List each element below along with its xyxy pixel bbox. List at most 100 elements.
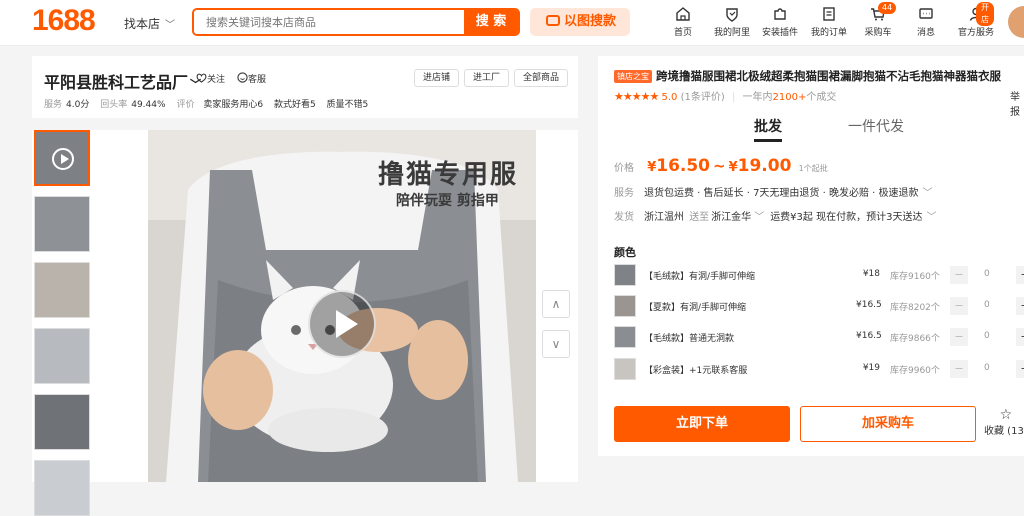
price-label: 价格	[614, 163, 634, 174]
site-logo[interactable]: 1688	[32, 4, 96, 38]
nav-label: 消息	[916, 28, 935, 38]
enter-shop-button[interactable]: 进店铺	[414, 69, 460, 87]
buy-now-button[interactable]: 立即下单	[614, 406, 790, 442]
gallery-scroll-up-button[interactable]: ∧	[542, 290, 570, 318]
favorite-button[interactable]: ☆ 收藏 (13)	[984, 408, 1024, 437]
gallery-scroll-down-button[interactable]: ∨	[542, 330, 570, 358]
thumbnail[interactable]	[34, 394, 90, 450]
variant-stock: 库存9160个	[890, 272, 940, 282]
quantity-decrease-button[interactable]: −	[950, 360, 968, 378]
price-tilde: ~	[713, 157, 726, 175]
nav-label: 安装插件	[762, 28, 799, 38]
nav-install-plugin[interactable]: 安装插件	[762, 6, 798, 38]
search-button[interactable]: 搜 索	[464, 10, 518, 34]
nav-official-service[interactable]: 官方服务 开店	[958, 2, 995, 38]
quantity-increase-button[interactable]: +	[1016, 360, 1024, 378]
thumbnail[interactable]	[34, 196, 90, 252]
chevron-down-icon: ﹀	[754, 212, 765, 223]
service-text[interactable]: 退货包运费 · 售后延长 · 7天无理由退货 · 晚发必赔 · 极速退款	[644, 188, 919, 199]
variant-row: 【毛绒款】有洞/手脚可伸缩 ¥18 库存9160个 − 0 +	[614, 264, 1024, 288]
home-icon	[676, 7, 690, 21]
variant-thumbnail[interactable]	[614, 326, 636, 348]
nav-label: 我的订单	[811, 28, 848, 38]
thumbnail-video[interactable]	[34, 130, 90, 186]
currency-symbol: ¥	[728, 160, 738, 175]
divider: |	[731, 92, 736, 103]
nav-cart[interactable]: 采购车 44	[864, 2, 897, 38]
video-play-button[interactable]	[308, 290, 376, 358]
quantity-value[interactable]: 0	[984, 269, 990, 279]
nav-label: 官方服务	[958, 28, 995, 38]
variant-stock: 库存9960个	[890, 366, 940, 376]
sales-count: 2100+	[772, 92, 807, 103]
metric-eval-label: 评价	[176, 100, 195, 110]
product-gallery: 撸猫专用服 陪伴玩耍 剪指甲 ∧ ∨	[32, 130, 578, 516]
variant-name: 【毛绒款】普通无洞款	[644, 334, 735, 344]
price-low: 16.50	[656, 156, 711, 176]
variant-stock: 库存9866个	[890, 334, 940, 344]
service-label: 客服	[248, 75, 267, 85]
rating-stars-icon: ★★★★★	[614, 90, 659, 103]
eval-item: 款式好看5	[273, 100, 316, 110]
color-section-title: 颜色	[614, 246, 636, 259]
ship-to-select[interactable]: 浙江金华	[711, 212, 751, 223]
tab-dropship[interactable]: 一件代发	[848, 116, 904, 136]
enter-factory-button[interactable]: 进工厂	[464, 69, 510, 87]
puzzle-icon	[774, 8, 786, 20]
search-scope-label: 找本店	[124, 17, 161, 31]
variant-name: 【夏款】有洞/手脚可伸缩	[644, 303, 747, 313]
shop-name-dropdown[interactable]: 平阳县胜科工艺品厂 ﹀	[44, 69, 201, 93]
quantity-decrease-button[interactable]: −	[950, 297, 968, 315]
heart-plus-icon	[196, 73, 207, 83]
favorite-label: 收藏 (13)	[984, 426, 1024, 437]
variant-thumbnail[interactable]	[614, 295, 636, 317]
nav-messages[interactable]: 消息	[916, 6, 936, 38]
image-subline: 陪伴玩耍 剪指甲	[396, 193, 499, 209]
nav-my-ali[interactable]: 我的阿里	[714, 6, 750, 38]
follow-button[interactable]: 关注	[196, 72, 225, 85]
quantity-value[interactable]: 0	[984, 300, 990, 310]
variant-name: 【彩盒装】+1元联系客服	[644, 366, 748, 376]
image-search-button[interactable]: 以图搜款	[530, 8, 630, 36]
variant-price: ¥19	[862, 363, 880, 373]
customer-service-button[interactable]: 客服	[237, 72, 266, 85]
variant-row: 【彩盒装】+1元联系客服 ¥19 库存9960个 − 0 +	[614, 358, 1024, 382]
search-scope-dropdown[interactable]: 找本店 ﹀	[124, 15, 175, 32]
chevron-down-icon: ﹀	[922, 188, 933, 199]
quantity-decrease-button[interactable]: −	[950, 266, 968, 284]
chevron-down-icon: ﹀	[165, 20, 176, 31]
avatar[interactable]	[1008, 6, 1024, 38]
variant-row: 【夏款】有洞/手脚可伸缩 ¥16.5 库存8202个 − 0 +	[614, 295, 1024, 319]
quantity-value[interactable]: 0	[984, 363, 990, 373]
review-count-link[interactable]: (1条评价)	[681, 92, 725, 103]
thumbnail[interactable]	[34, 262, 90, 318]
quantity-increase-button[interactable]: +	[1016, 297, 1024, 315]
variant-thumbnail[interactable]	[614, 264, 636, 286]
tab-wholesale[interactable]: 批发	[754, 116, 782, 142]
chat-face-icon	[237, 72, 248, 83]
add-to-cart-button[interactable]: 加采购车	[800, 406, 976, 442]
eval-item: 质量不错5	[326, 100, 369, 110]
nav-my-orders[interactable]: 我的订单	[811, 6, 847, 38]
main-product-image[interactable]: 撸猫专用服 陪伴玩耍 剪指甲	[148, 130, 536, 482]
variant-thumbnail[interactable]	[614, 358, 636, 380]
search-input[interactable]	[194, 10, 468, 34]
quantity-value[interactable]: 0	[984, 331, 990, 341]
quantity-decrease-button[interactable]: −	[950, 328, 968, 346]
report-link[interactable]: 举报	[1010, 88, 1024, 118]
product-info-panel: 镇店之宝 跨境撸猫服围裙北极绒超柔抱猫围裙漏脚抱猫不沾毛抱猫神器猫衣服 ★★★★★…	[598, 56, 1024, 456]
open-shop-badge[interactable]: 开店	[976, 2, 994, 26]
play-icon	[52, 148, 74, 170]
nav-label: 采购车	[864, 28, 892, 38]
nav-home[interactable]: 首页	[672, 6, 694, 38]
all-products-button[interactable]: 全部商品	[514, 69, 569, 87]
quantity-increase-button[interactable]: +	[1016, 266, 1024, 284]
thumbnail[interactable]	[34, 460, 90, 516]
sales-suffix: 个成交	[806, 92, 837, 103]
camera-icon	[546, 15, 560, 26]
quantity-increase-button[interactable]: +	[1016, 328, 1024, 346]
metric-repurchase-label: 回头率	[100, 100, 128, 110]
service-row: 服务 退货包运费 · 售后延长 · 7天无理由退货 · 晚发必赔 · 极速退款 ﹀	[614, 184, 933, 199]
thumbnail[interactable]	[34, 328, 90, 384]
price-row: 价格 ¥16.50 ~ ¥19.00 1个起批	[614, 156, 828, 176]
